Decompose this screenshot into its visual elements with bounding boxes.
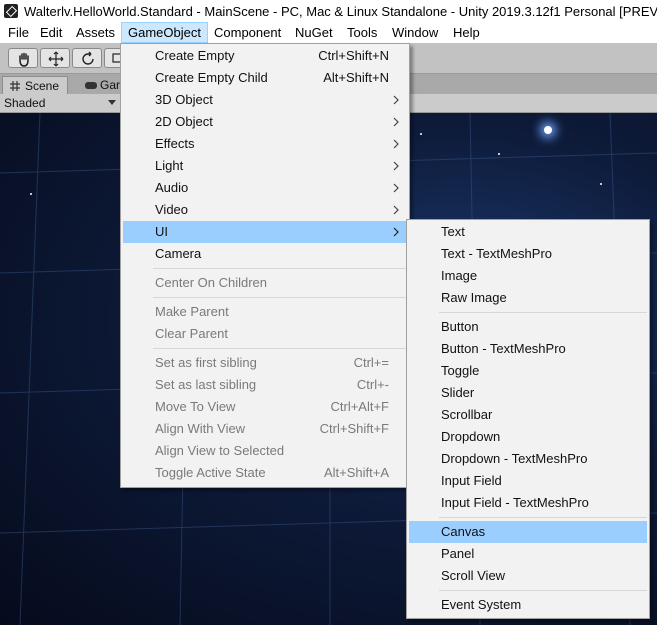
chevron-right-icon bbox=[393, 161, 399, 171]
tab-scene[interactable]: Scene bbox=[2, 76, 68, 94]
menu-item-ui[interactable]: UI bbox=[123, 221, 407, 243]
menu-edit[interactable]: Edit bbox=[34, 22, 68, 43]
chevron-right-icon bbox=[393, 227, 399, 237]
submenu-item-slider[interactable]: Slider bbox=[409, 382, 647, 404]
menu-separator bbox=[439, 312, 647, 313]
submenu-item-canvas[interactable]: Canvas bbox=[409, 521, 647, 543]
menu-gameobject[interactable]: GameObject bbox=[121, 22, 208, 43]
menu-item-move-to-view[interactable]: Move To View Ctrl+Alt+F bbox=[123, 396, 407, 418]
ui-submenu: Text Text - TextMeshPro Image Raw Image … bbox=[406, 219, 650, 619]
hand-tool-button[interactable] bbox=[8, 48, 38, 68]
submenu-item-toggle[interactable]: Toggle bbox=[409, 360, 647, 382]
menu-item-clear-parent[interactable]: Clear Parent bbox=[123, 323, 407, 345]
submenu-item-event-system[interactable]: Event System bbox=[409, 594, 647, 616]
title-bar: Walterlv.HelloWorld.Standard - MainScene… bbox=[0, 0, 657, 22]
rotate-tool-button[interactable] bbox=[72, 48, 102, 68]
menu-item-2d-object[interactable]: 2D Object bbox=[123, 111, 407, 133]
star bbox=[498, 153, 500, 155]
tab-game-label: Gar bbox=[100, 78, 121, 92]
submenu-item-scroll-view[interactable]: Scroll View bbox=[409, 565, 647, 587]
menu-assets[interactable]: Assets bbox=[70, 22, 121, 43]
menu-bar: File Edit Assets GameObject Component Nu… bbox=[0, 22, 657, 43]
menu-separator bbox=[153, 268, 407, 269]
chevron-right-icon bbox=[393, 95, 399, 105]
gameobject-menu: Create Empty Ctrl+Shift+N Create Empty C… bbox=[120, 43, 410, 488]
menu-item-audio[interactable]: Audio bbox=[123, 177, 407, 199]
submenu-item-scrollbar[interactable]: Scrollbar bbox=[409, 404, 647, 426]
menu-item-align-view-to-selected[interactable]: Align View to Selected bbox=[123, 440, 407, 462]
chevron-right-icon bbox=[393, 183, 399, 193]
shading-mode-dropdown[interactable]: Shaded bbox=[4, 95, 45, 111]
chevron-right-icon bbox=[393, 139, 399, 149]
submenu-item-text-textmeshpro[interactable]: Text - TextMeshPro bbox=[409, 243, 647, 265]
submenu-item-panel[interactable]: Panel bbox=[409, 543, 647, 565]
menu-separator bbox=[153, 348, 407, 349]
menu-item-create-empty[interactable]: Create Empty Ctrl+Shift+N bbox=[123, 45, 407, 67]
menu-file[interactable]: File bbox=[2, 22, 35, 43]
unity-logo-icon bbox=[4, 4, 18, 18]
submenu-item-input-field[interactable]: Input Field bbox=[409, 470, 647, 492]
menu-separator bbox=[439, 517, 647, 518]
rotate-icon bbox=[82, 51, 94, 65]
star bbox=[30, 193, 32, 195]
star bbox=[600, 183, 602, 185]
move-tool-button[interactable] bbox=[40, 48, 70, 68]
hand-icon bbox=[19, 52, 29, 67]
menu-separator bbox=[153, 297, 407, 298]
submenu-item-dropdown-textmeshpro[interactable]: Dropdown - TextMeshPro bbox=[409, 448, 647, 470]
menu-item-make-parent[interactable]: Make Parent bbox=[123, 301, 407, 323]
chevron-right-icon bbox=[393, 205, 399, 215]
menu-item-effects[interactable]: Effects bbox=[123, 133, 407, 155]
menu-nuget[interactable]: NuGet bbox=[289, 22, 339, 43]
menu-item-camera[interactable]: Camera bbox=[123, 243, 407, 265]
submenu-item-text[interactable]: Text bbox=[409, 221, 647, 243]
window-title: Walterlv.HelloWorld.Standard - MainScene… bbox=[24, 4, 657, 19]
star bbox=[544, 126, 552, 134]
grid-icon bbox=[10, 81, 20, 91]
submenu-item-input-field-textmeshpro[interactable]: Input Field - TextMeshPro bbox=[409, 492, 647, 514]
menu-item-set-last-sibling[interactable]: Set as last sibling Ctrl+- bbox=[123, 374, 407, 396]
menu-item-center-on-children[interactable]: Center On Children bbox=[123, 272, 407, 294]
submenu-item-button[interactable]: Button bbox=[409, 316, 647, 338]
menu-item-toggle-active-state[interactable]: Toggle Active State Alt+Shift+A bbox=[123, 462, 407, 484]
menu-help[interactable]: Help bbox=[447, 22, 486, 43]
menu-component[interactable]: Component bbox=[208, 22, 287, 43]
submenu-item-raw-image[interactable]: Raw Image bbox=[409, 287, 647, 309]
menu-item-light[interactable]: Light bbox=[123, 155, 407, 177]
menu-item-set-first-sibling[interactable]: Set as first sibling Ctrl+= bbox=[123, 352, 407, 374]
menu-item-align-with-view[interactable]: Align With View Ctrl+Shift+F bbox=[123, 418, 407, 440]
menu-item-video[interactable]: Video bbox=[123, 199, 407, 221]
menu-tools[interactable]: Tools bbox=[341, 22, 383, 43]
chevron-right-icon bbox=[393, 117, 399, 127]
gamepad-icon bbox=[85, 82, 97, 89]
submenu-item-dropdown[interactable]: Dropdown bbox=[409, 426, 647, 448]
move-arrows-icon bbox=[48, 51, 64, 67]
chevron-down-icon bbox=[108, 100, 116, 105]
menu-window[interactable]: Window bbox=[386, 22, 444, 43]
menu-item-create-empty-child[interactable]: Create Empty Child Alt+Shift+N bbox=[123, 67, 407, 89]
menu-item-3d-object[interactable]: 3D Object bbox=[123, 89, 407, 111]
submenu-item-image[interactable]: Image bbox=[409, 265, 647, 287]
submenu-item-button-textmeshpro[interactable]: Button - TextMeshPro bbox=[409, 338, 647, 360]
star bbox=[420, 133, 422, 135]
menu-separator bbox=[439, 590, 647, 591]
tab-scene-label: Scene bbox=[25, 79, 60, 93]
